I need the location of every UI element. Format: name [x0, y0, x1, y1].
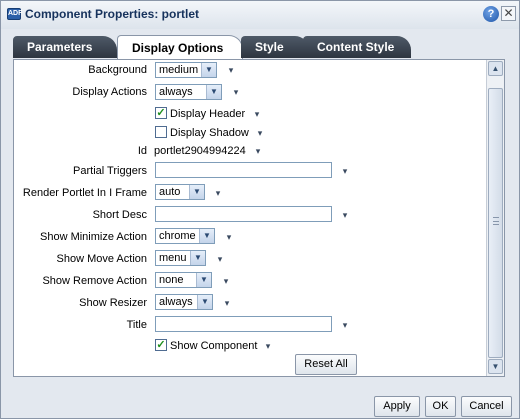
ok-button[interactable]: OK [425, 396, 456, 417]
render-portlet-value: auto [159, 186, 181, 198]
properties-dialog: ADF Component Properties: portlet ? ✕ Pa… [0, 0, 520, 419]
app-logo-icon: ADF [7, 8, 22, 20]
dialog-footer: Apply OK Cancel [1, 389, 519, 419]
show-resizer-menu-icon[interactable]: ▾ [222, 296, 232, 310]
select-arrow-icon: ▼ [196, 273, 211, 287]
show-minimize-value: chrome [159, 230, 196, 242]
short-desc-input[interactable] [155, 206, 332, 222]
select-arrow-icon: ▼ [201, 63, 216, 77]
title-bar: ADF Component Properties: portlet ? ✕ [1, 1, 519, 29]
show-resizer-value: always [159, 296, 193, 308]
partial-triggers-menu-icon[interactable]: ▾ [340, 164, 350, 178]
id-value: portlet2904994224 [154, 145, 246, 157]
scrollbar-thumb[interactable] [488, 88, 503, 358]
grip-icon [493, 217, 499, 225]
help-icon[interactable]: ? [483, 6, 499, 22]
short-desc-menu-icon[interactable]: ▾ [340, 208, 350, 222]
title-menu-icon[interactable]: ▾ [340, 318, 350, 332]
show-remove-value: none [159, 274, 184, 286]
partial-triggers-label: Partial Triggers [73, 165, 147, 177]
tab-parameters[interactable]: Parameters [13, 36, 117, 58]
show-move-value: menu [159, 252, 187, 264]
short-desc-label: Short Desc [92, 209, 147, 221]
scroll-down-icon[interactable]: ▼ [488, 359, 503, 374]
show-remove-menu-icon[interactable]: ▾ [221, 274, 231, 288]
render-portlet-select[interactable]: auto ▼ [155, 184, 205, 200]
select-arrow-icon: ▼ [199, 229, 214, 243]
title-label: Title [126, 319, 147, 331]
tab-content-style[interactable]: Content Style [303, 36, 411, 58]
show-remove-select[interactable]: none ▼ [155, 272, 212, 288]
display-actions-menu-icon[interactable]: ▾ [231, 85, 241, 99]
title-input[interactable] [155, 316, 332, 332]
dialog-title: Component Properties: portlet [25, 7, 200, 21]
render-portlet-menu-icon[interactable]: ▾ [213, 186, 223, 200]
show-resizer-label: Show Resizer [79, 297, 147, 309]
display-actions-select[interactable]: always ▼ [155, 84, 222, 100]
reset-all-button[interactable]: Reset All [295, 354, 357, 375]
show-component-checkbox[interactable]: ✓ [155, 339, 167, 351]
show-minimize-label: Show Minimize Action [40, 231, 147, 243]
display-options-panel: Background medium ▼ ▾ Display Actions al… [13, 59, 505, 377]
show-move-label: Show Move Action [56, 253, 148, 265]
render-portlet-label: Render Portlet In I Frame [22, 187, 147, 199]
id-menu-icon[interactable]: ▾ [253, 144, 263, 158]
show-remove-label: Show Remove Action [42, 275, 147, 287]
select-arrow-icon: ▼ [189, 185, 204, 199]
background-label: Background [88, 64, 147, 76]
background-select[interactable]: medium ▼ [155, 62, 217, 78]
display-header-menu-icon[interactable]: ▾ [252, 107, 262, 121]
scroll-up-icon[interactable]: ▲ [488, 61, 503, 76]
apply-button[interactable]: Apply [374, 396, 420, 417]
show-move-select[interactable]: menu ▼ [155, 250, 206, 266]
display-actions-label: Display Actions [72, 86, 147, 98]
background-menu-icon[interactable]: ▾ [226, 63, 236, 77]
show-minimize-select[interactable]: chrome ▼ [155, 228, 215, 244]
cancel-button[interactable]: Cancel [461, 396, 512, 417]
close-icon[interactable]: ✕ [501, 6, 516, 21]
display-header-checkbox[interactable]: ✓ [155, 107, 167, 119]
display-shadow-label: Display Shadow [170, 127, 249, 139]
display-shadow-menu-icon[interactable]: ▾ [255, 126, 265, 140]
id-label: Id [137, 145, 147, 157]
display-actions-value: always [159, 86, 193, 98]
select-arrow-icon: ▼ [206, 85, 221, 99]
partial-triggers-input[interactable] [155, 162, 332, 178]
show-component-label: Show Component [170, 340, 258, 352]
tab-bar: Parameters Display Options Style Content… [13, 35, 513, 60]
select-arrow-icon: ▼ [197, 295, 212, 309]
select-arrow-icon: ▼ [190, 251, 205, 265]
show-resizer-select[interactable]: always ▼ [155, 294, 213, 310]
show-minimize-menu-icon[interactable]: ▾ [224, 230, 234, 244]
tab-display-options[interactable]: Display Options [117, 35, 243, 60]
display-shadow-checkbox[interactable] [155, 126, 167, 138]
tab-style[interactable]: Style [241, 36, 309, 58]
background-value: medium [159, 64, 199, 76]
vertical-scrollbar[interactable]: ▲ ▼ [486, 60, 504, 376]
show-move-menu-icon[interactable]: ▾ [215, 252, 225, 266]
show-component-menu-icon[interactable]: ▾ [263, 339, 273, 353]
display-header-label: Display Header [170, 108, 246, 120]
